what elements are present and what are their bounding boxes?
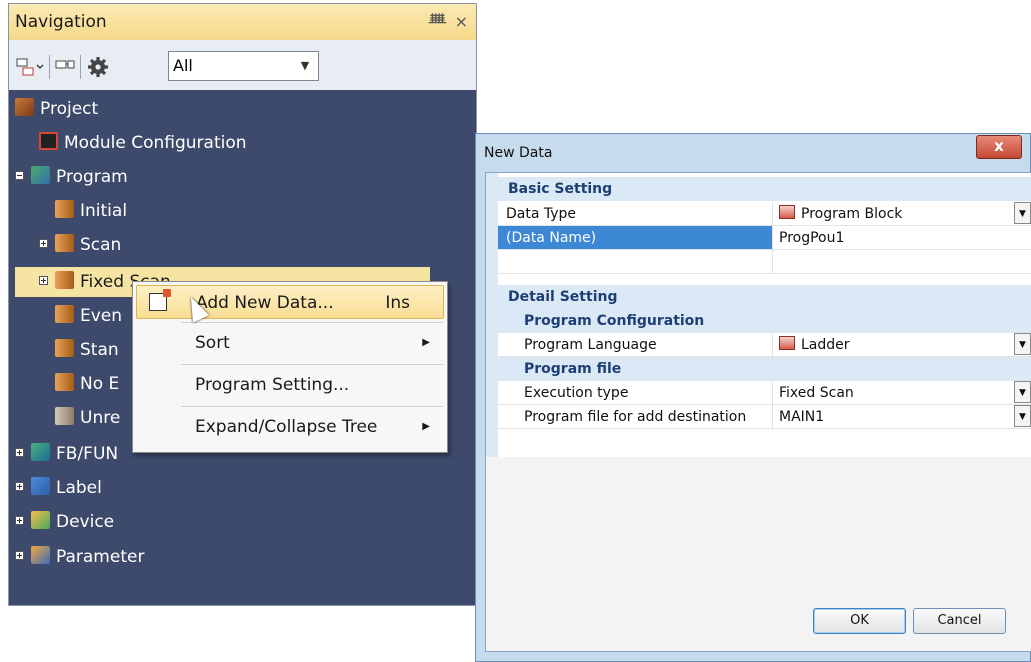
menu-separator	[181, 364, 443, 365]
row-program-file-destination[interactable]: Program file for add destination MAIN1 ▼	[486, 405, 1031, 429]
settings-button[interactable]	[85, 53, 111, 81]
pou-icon	[55, 339, 74, 357]
tree-item-standby[interactable]: Stan	[55, 335, 119, 365]
pou-icon	[55, 234, 74, 252]
ok-button[interactable]: OK	[813, 608, 906, 634]
tree-item-scan[interactable]: Scan	[39, 230, 121, 260]
dialog-body: Basic Setting Data Type Program Block ▼ …	[485, 172, 1031, 652]
gear-icon	[88, 57, 108, 77]
chevron-down-icon[interactable]: ▼	[292, 52, 318, 80]
tree-item-fb-fun[interactable]: FB/FUN	[15, 439, 118, 469]
row-empty	[486, 250, 1031, 274]
close-icon[interactable]: ×	[455, 4, 468, 40]
execution-type-value[interactable]: Fixed Scan ▼	[773, 381, 1031, 405]
filter-select[interactable]: All ▼	[168, 51, 319, 81]
data-type-label: Data Type	[498, 202, 773, 226]
row-data-type[interactable]: Data Type Program Block ▼	[486, 202, 1031, 226]
expand-toggle-icon[interactable]	[39, 238, 48, 248]
collapse-toggle-icon[interactable]	[15, 170, 24, 180]
tree-item-device[interactable]: Device	[15, 507, 114, 537]
menu-item-add-new-data[interactable]: Add New Data... Ins	[136, 285, 444, 319]
pou-icon	[55, 305, 74, 323]
chevron-down-icon[interactable]: ▼	[1014, 333, 1031, 355]
execution-type-label: Execution type	[498, 381, 773, 405]
new-data-icon	[149, 289, 171, 311]
tree-collapse-icon	[55, 60, 75, 69]
program-file-destination-value[interactable]: MAIN1 ▼	[773, 405, 1031, 429]
unregistered-icon	[55, 407, 74, 425]
navigation-toolbar: All ▼	[9, 40, 476, 90]
chevron-down-icon[interactable]: ▼	[1014, 202, 1031, 224]
empty-cell	[498, 250, 773, 274]
tree-item-unregistered[interactable]: Unre	[55, 403, 120, 433]
subcategory-program-file[interactable]: Program file	[486, 357, 1031, 381]
program-language-label: Program Language	[498, 333, 773, 357]
category-detail-setting[interactable]: Detail Setting	[486, 285, 1031, 309]
data-name-field[interactable]: ProgPou1	[773, 226, 1031, 250]
chevron-down-icon[interactable]: ▼	[1014, 381, 1031, 403]
program-icon	[31, 166, 50, 184]
expand-toggle-icon[interactable]	[15, 481, 24, 491]
menu-separator	[181, 322, 443, 323]
row-program-language[interactable]: Program Language Ladder ▼	[486, 333, 1031, 357]
dialog-close-button[interactable]: x	[976, 135, 1022, 159]
toolbar-separator	[49, 55, 50, 79]
chevron-down-icon[interactable]: ▼	[1014, 405, 1031, 427]
category-basic-setting[interactable]: Basic Setting	[486, 177, 1031, 201]
menu-item-expand-collapse-tree[interactable]: Expand/Collapse Tree ▶	[136, 410, 444, 444]
pou-icon	[55, 373, 74, 391]
new-data-dialog: New Data x Basic Setting Data Type Progr…	[475, 133, 1031, 662]
menu-item-sort[interactable]: Sort ▶	[136, 326, 444, 360]
context-menu: Add New Data... Ins Sort ▶ Program Setti…	[132, 281, 448, 453]
device-icon	[31, 511, 50, 529]
menu-separator	[181, 406, 443, 407]
program-block-icon	[779, 205, 795, 219]
row-data-name[interactable]: (Data Name) ProgPou1	[486, 226, 1031, 250]
cancel-button[interactable]: Cancel	[913, 608, 1006, 634]
empty-cell	[773, 250, 1031, 274]
tree-expand-icon	[16, 58, 44, 76]
subcategory-program-configuration[interactable]: Program Configuration	[486, 309, 1031, 333]
tree-item-event[interactable]: Even	[55, 301, 122, 331]
project-icon	[15, 98, 34, 116]
data-type-value[interactable]: Program Block ▼	[773, 202, 1031, 226]
program-file-destination-label: Program file for add destination	[498, 405, 773, 429]
ladder-icon	[779, 336, 795, 350]
tree-item-module-configuration[interactable]: Module Configuration	[39, 128, 247, 158]
pou-icon	[55, 271, 74, 289]
tree-item-parameter[interactable]: Parameter	[15, 542, 144, 572]
expand-toggle-icon[interactable]	[15, 515, 24, 525]
submenu-arrow-icon: ▶	[422, 421, 430, 432]
filter-value: All	[173, 56, 193, 75]
tree-item-program[interactable]: Program	[15, 162, 128, 192]
navigation-title-bar: Navigation ᚙ ×	[9, 4, 476, 40]
tree-item-project[interactable]: Project	[15, 94, 98, 124]
expand-toggle-icon[interactable]	[39, 275, 48, 285]
menu-item-program-setting[interactable]: Program Setting...	[136, 368, 444, 402]
row-execution-type[interactable]: Execution type Fixed Scan ▼	[486, 381, 1031, 405]
collapse-tree-button[interactable]	[54, 53, 76, 81]
expand-toggle-icon[interactable]	[15, 550, 24, 560]
pin-icon[interactable]: ᚙ	[429, 4, 446, 40]
data-name-label: (Data Name)	[498, 226, 773, 250]
tree-item-label[interactable]: Label	[15, 473, 102, 503]
navigation-title: Navigation	[15, 12, 107, 32]
expand-tree-button[interactable]	[15, 53, 45, 81]
parameter-icon	[31, 546, 50, 564]
fb-icon	[31, 443, 50, 461]
toolbar-separator	[80, 55, 81, 79]
dialog-title: New Data	[484, 145, 553, 161]
module-config-icon	[39, 132, 58, 150]
expand-toggle-icon[interactable]	[15, 447, 24, 457]
tree-item-initial[interactable]: Initial	[55, 196, 127, 226]
property-grid: Basic Setting Data Type Program Block ▼ …	[486, 173, 1031, 457]
program-language-value[interactable]: Ladder ▼	[773, 333, 1031, 357]
label-icon	[31, 477, 50, 495]
submenu-arrow-icon: ▶	[422, 337, 430, 348]
pou-icon	[55, 200, 74, 218]
tree-item-no-execution[interactable]: No E	[55, 369, 119, 399]
